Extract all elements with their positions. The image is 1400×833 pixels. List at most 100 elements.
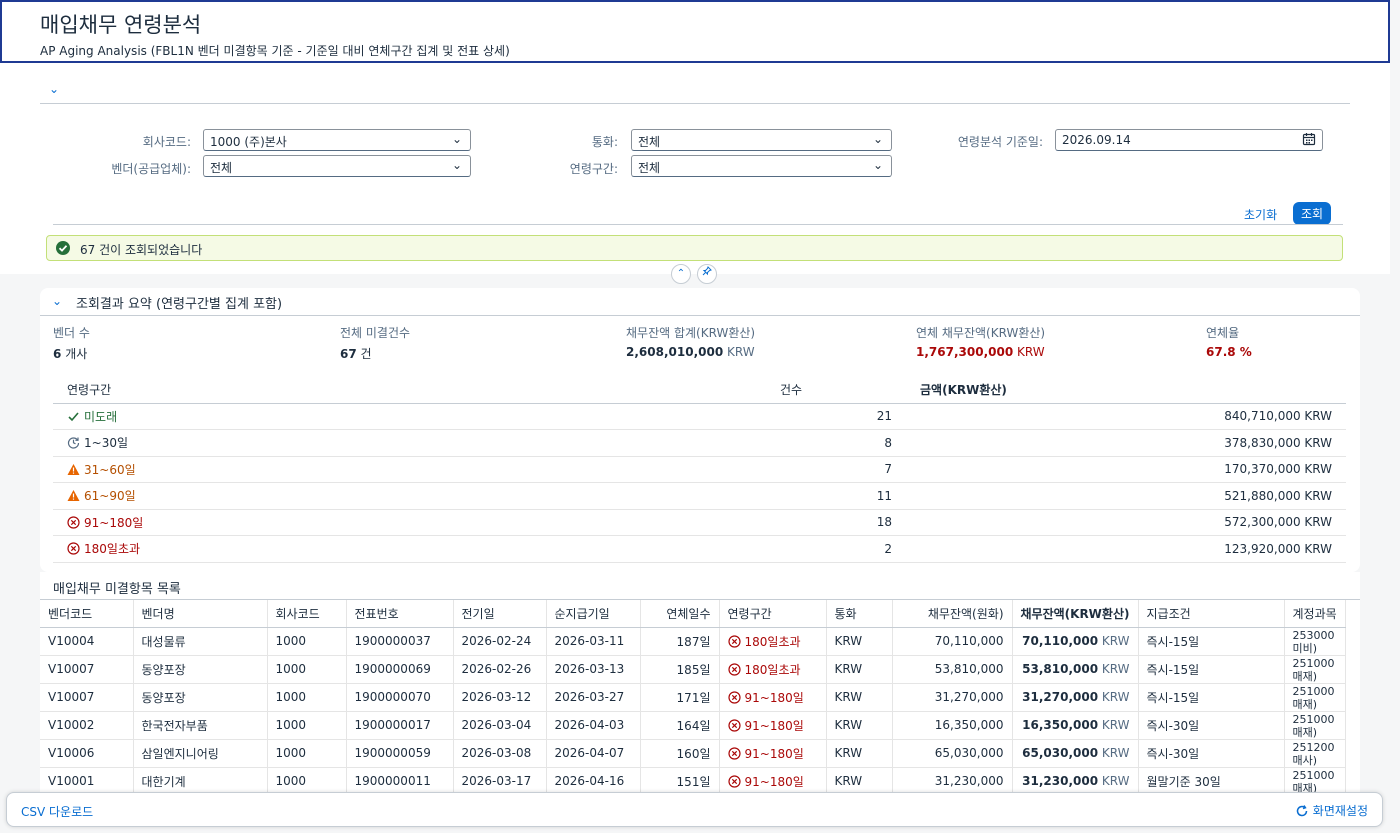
aging-amount-cell: 840,710,000 KRW	[906, 403, 1346, 430]
balance-krw-unit: KRW	[1101, 774, 1130, 788]
aging-row[interactable]: 1~30일 8 378,830,000 KRW	[53, 429, 1346, 457]
balance-krw-unit: KRW	[1101, 690, 1130, 704]
aging-bucket-label: 61~90일	[84, 489, 136, 504]
items-column-header[interactable]: 계정과목	[1284, 600, 1346, 628]
page-title: 매입채무 연령분석	[40, 13, 202, 37]
currency-select[interactable]: 전체 ⌄	[631, 129, 892, 151]
company-code-select[interactable]: 1000 (주)본사 ⌄	[203, 129, 471, 151]
company-code-cell: 1000	[267, 767, 347, 796]
header-toggle-group: ⌃	[671, 264, 717, 284]
aging-row[interactable]: 91~180일 18 572,300,000 KRW	[53, 509, 1346, 536]
aging-row[interactable]: 미도래 21 840,710,000 KRW	[53, 403, 1346, 430]
kpi-unit: KRW	[727, 345, 755, 359]
column-header-bucket[interactable]: 연령구간	[53, 376, 766, 404]
aging-count-cell: 8	[766, 429, 906, 457]
payment-terms-cell: 즉시-15일	[1138, 683, 1285, 712]
table-row[interactable]: V10002 한국전자부품 1000 1900000017 2026-03-04 2026…	[40, 711, 1346, 740]
items-column-header[interactable]: 지급조건	[1138, 600, 1285, 628]
calendar-icon[interactable]	[1302, 132, 1316, 149]
net-due-date-cell: 2026-04-16	[546, 767, 641, 796]
aging-bucket-cell: 31~60일	[53, 456, 766, 483]
aging-count-cell: 7	[766, 456, 906, 483]
aging-row[interactable]: 180일초과 2 123,920,000 KRW	[53, 535, 1346, 563]
payment-terms-cell: 즉시-30일	[1138, 711, 1285, 740]
items-column-header[interactable]: 연령구간	[719, 600, 827, 628]
vendor-name-cell: 동양포장	[133, 655, 268, 684]
aging-row[interactable]: 61~90일 11 521,880,000 KRW	[53, 482, 1346, 510]
items-column-header[interactable]: 전표번호	[346, 600, 454, 628]
search-button[interactable]: 조회	[1293, 202, 1332, 225]
table-row[interactable]: V10007 동양포장 1000 1900000070 2026-03-12 2026-0…	[40, 683, 1346, 712]
table-row[interactable]: V10007 동양포장 1000 1900000069 2026-02-26 2026-0…	[40, 655, 1346, 684]
kpi-label: 채무잔액 합계(KRW환산)	[626, 326, 756, 340]
kpi-value: 6	[53, 347, 62, 361]
aging-bucket-cell: 91~180일	[719, 739, 827, 768]
aging-date-input[interactable]: 2026.09.14	[1055, 129, 1323, 151]
items-column-header[interactable]: 회사코드	[267, 600, 347, 628]
items-column-header[interactable]: 순지급기일	[546, 600, 641, 628]
items-column-header[interactable]: 채무잔액(KRW환산)	[1012, 600, 1139, 628]
balance-krw-unit: KRW	[1101, 662, 1130, 676]
collapse-header-button[interactable]: ⌃	[671, 264, 691, 284]
vendor-code-cell: V10001	[40, 767, 134, 796]
kpi-value: 1,767,300,000	[916, 345, 1014, 359]
posting-date-cell: 2026-02-26	[453, 655, 547, 684]
filter-bar: ⌄ 회사코드: 1000 (주)본사 ⌄ 벤더(공급업체): 전체 ⌄ 통화: …	[0, 63, 1390, 274]
kpi-value: 67.8 %	[1206, 345, 1252, 359]
items-column-header[interactable]: 전기일	[453, 600, 547, 628]
pin-icon	[702, 266, 712, 276]
aging-count-cell: 11	[766, 482, 906, 510]
posting-date-cell: 2026-03-12	[453, 683, 547, 712]
vendor-select[interactable]: 전체 ⌄	[203, 155, 471, 177]
refresh-icon	[1296, 805, 1308, 817]
aging-bucket-cell: 91~180일	[719, 711, 827, 740]
items-column-header[interactable]: 벤더코드	[40, 600, 134, 628]
column-header-count[interactable]: 건수	[766, 376, 906, 404]
aging-amount-cell: 378,830,000 KRW	[906, 429, 1346, 457]
kpi-value: 67	[340, 347, 357, 361]
aging-bucket-cell: 91~180일	[719, 767, 827, 796]
error-icon	[727, 634, 741, 648]
aging-bucket-cell: 미도래	[53, 403, 766, 430]
error-icon	[727, 662, 741, 676]
gl-account-cell: 253000 미비)	[1284, 627, 1346, 656]
table-row[interactable]: V10001 대한기계 1000 1900000011 2026-03-17 2026-0…	[40, 767, 1346, 796]
summary-panel: ⌄ 조회결과 요약 (연령구간별 집계 포함) 벤더 수 6 개사 전체 미결건…	[40, 288, 1360, 572]
pin-header-button[interactable]	[697, 264, 717, 284]
items-column-header[interactable]: 벤더명	[133, 600, 268, 628]
balance-local-cell: 31,270,000	[892, 683, 1013, 712]
column-header-amount[interactable]: 금액(KRW환산)	[906, 376, 1346, 404]
table-row[interactable]: V10006 삼일엔지니어링 1000 1900000059 2026-03-08 202…	[40, 739, 1346, 768]
balance-krw-unit: KRW	[1101, 718, 1130, 732]
items-column-header[interactable]: 채무잔액(원화)	[892, 600, 1013, 628]
reset-button[interactable]: 초기화	[1238, 204, 1283, 225]
panel-collapse-chevron-icon[interactable]: ⌄	[52, 294, 62, 308]
items-column-header[interactable]: 연체일수	[640, 600, 720, 628]
reset-view-label: 화면재설정	[1312, 804, 1368, 818]
net-due-date-cell: 2026-04-03	[546, 711, 641, 740]
balance-krw-cell: 31,270,000 KRW	[1012, 683, 1139, 712]
net-due-date-cell: 2026-03-11	[546, 627, 641, 656]
aging-bucket-cell: 91~180일	[719, 683, 827, 712]
kpi-label: 연체 채무잔액(KRW환산)	[916, 326, 1046, 340]
vendor-name-cell: 대성물류	[133, 627, 268, 656]
divider	[40, 315, 1360, 316]
aging-bucket-select[interactable]: 전체 ⌄	[631, 155, 892, 177]
open-items-table: 벤더코드 벤더명 회사코드 전표번호 전기일 순지급기일 연체일수 연령구간 통화 채무잔액(원화…	[40, 600, 1346, 796]
table-row[interactable]: V10004 대성물류 1000 1900000037 2026-02-24 2026-0…	[40, 627, 1346, 656]
kpi-unit: KRW	[1017, 345, 1045, 359]
currency-cell: KRW	[826, 655, 893, 684]
aging-bucket-cell: 1~30일	[53, 429, 766, 457]
items-column-header[interactable]: 통화	[826, 600, 893, 628]
reset-view-button[interactable]: 화면재설정	[1295, 802, 1368, 819]
vendor-code-cell: V10007	[40, 655, 134, 684]
gl-account-cell: 251000 매재)	[1284, 711, 1346, 740]
aging-bucket-label: 31~60일	[84, 462, 136, 477]
document-number-cell: 1900000011	[346, 767, 454, 796]
aging-row[interactable]: 31~60일 7 170,370,000 KRW	[53, 456, 1346, 483]
filter-collapse-chevron-icon[interactable]: ⌄	[49, 82, 59, 96]
check-icon	[68, 412, 79, 421]
kpi-vendor-count: 벤더 수 6 개사	[53, 324, 90, 362]
currency-value: 전체	[638, 135, 661, 149]
csv-download-button[interactable]: CSV 다운로드	[21, 803, 93, 820]
